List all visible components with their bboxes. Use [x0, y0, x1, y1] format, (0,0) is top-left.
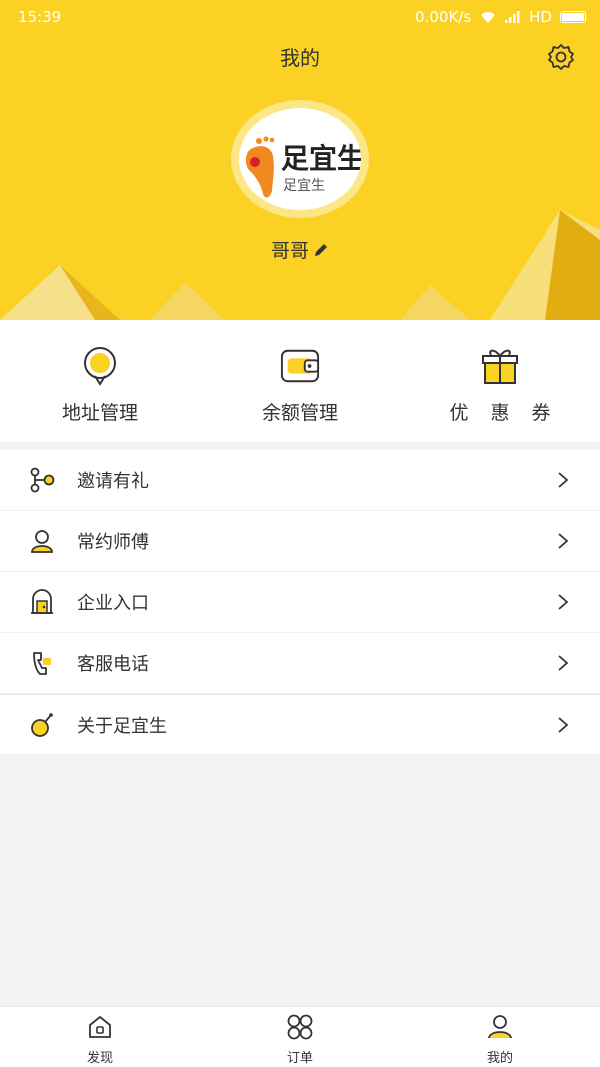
coupons-button[interactable]: 优 惠 券	[400, 320, 600, 442]
location-bubble-icon	[84, 347, 116, 386]
wallet-icon	[280, 349, 320, 383]
about-icon	[31, 712, 53, 737]
menu-item-invite[interactable]: 邀请有礼	[0, 450, 600, 511]
menu-item-label: 关于足宜生	[77, 715, 167, 737]
address-management-button[interactable]: 地址管理	[0, 320, 200, 442]
logo-text: 足宜生	[281, 142, 361, 175]
page-title: 我的	[280, 46, 320, 70]
coupons-label: 优 惠 券	[449, 402, 559, 424]
tab-label: 我的	[486, 1051, 513, 1066]
avatar-image: 足宜生 足宜生	[239, 108, 361, 210]
gift-icon	[482, 349, 518, 384]
tab-label: 发现	[86, 1051, 113, 1066]
chevron-right-icon	[558, 533, 569, 549]
username: 哥哥	[270, 240, 309, 262]
grid-icon	[287, 1014, 313, 1040]
tab-mine[interactable]: 我的	[400, 1007, 600, 1067]
address-management-label: 地址管理	[61, 402, 138, 424]
balance-management-label: 余额管理	[261, 402, 338, 424]
balance-management-button[interactable]: 余额管理	[200, 320, 400, 442]
person-icon	[31, 530, 53, 553]
phone-icon	[33, 652, 51, 675]
profile-header: 15:39 0.00K/s HD 我的 足宜生 足宜生 哥哥	[0, 0, 600, 320]
menu-item-enterprise[interactable]: 企业入口	[0, 572, 600, 633]
chevron-right-icon	[558, 655, 569, 671]
menu-item-about[interactable]: 关于足宜生	[0, 694, 600, 755]
username-row[interactable]: 哥哥	[0, 236, 600, 263]
user-icon	[488, 1015, 512, 1039]
menu-item-favorite-masters[interactable]: 常约师傅	[0, 511, 600, 572]
tab-orders[interactable]: 订单	[200, 1007, 400, 1067]
wifi-icon	[481, 12, 496, 23]
signal-icon	[505, 11, 520, 23]
quick-actions: 地址管理 余额管理 优 惠 券	[0, 320, 600, 442]
menu-item-label: 常约师傅	[77, 532, 149, 553]
menu-item-label: 邀请有礼	[77, 471, 149, 492]
enterprise-icon	[31, 589, 53, 614]
bottom-tab-bar: 发现 订单 我的	[0, 1006, 600, 1067]
battery-icon	[560, 11, 586, 23]
brand-logo: 足宜生 足宜生	[245, 136, 361, 198]
settings-button[interactable]	[544, 40, 578, 74]
edit-pencil-icon[interactable]	[313, 242, 329, 258]
gear-icon	[548, 44, 574, 70]
chevron-right-icon	[558, 716, 569, 733]
status-network-speed: 0.00K/s	[415, 8, 472, 26]
tab-discover[interactable]: 发现	[0, 1007, 200, 1067]
menu-item-label: 客服电话	[77, 654, 149, 675]
share-icon	[30, 467, 55, 493]
menu-item-customer-service[interactable]: 客服电话	[0, 633, 600, 694]
menu-list: 邀请有礼 常约师傅 企业入口 客服电话 关于足宜生	[0, 450, 600, 755]
menu-item-label: 企业入口	[77, 593, 149, 614]
chevron-right-icon	[558, 472, 569, 488]
status-bar: 15:39 0.00K/s HD	[0, 0, 600, 34]
status-time: 15:39	[18, 8, 62, 26]
status-network-type: HD	[529, 8, 552, 26]
tab-label: 订单	[286, 1051, 313, 1066]
logo-subtext: 足宜生	[283, 178, 325, 194]
home-icon	[89, 1016, 111, 1038]
chevron-right-icon	[558, 594, 569, 610]
avatar[interactable]: 足宜生 足宜生	[231, 100, 369, 218]
